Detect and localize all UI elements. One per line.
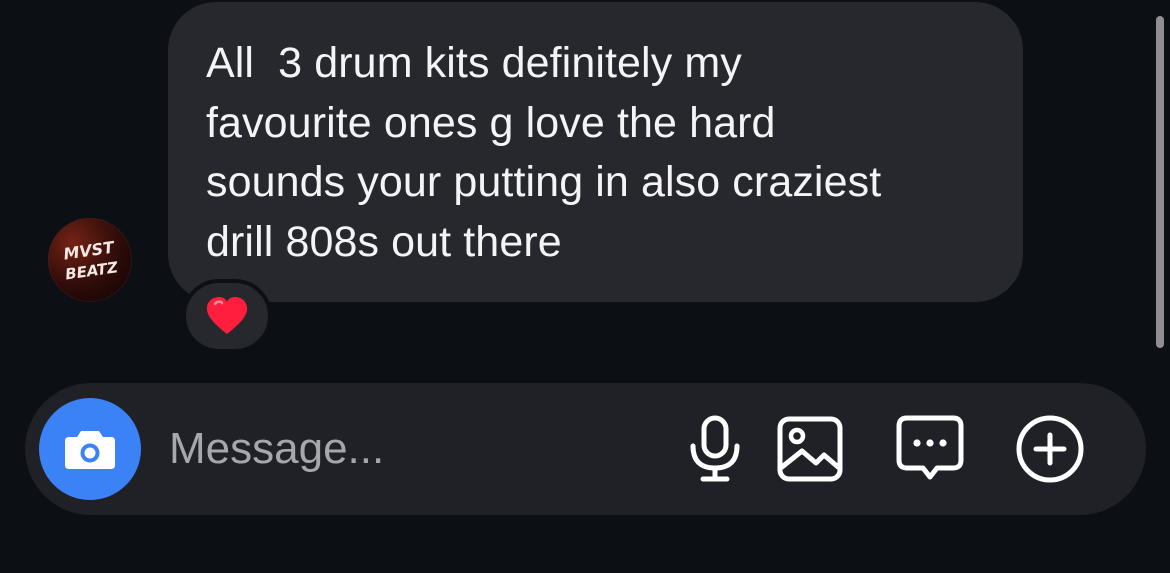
- camera-button[interactable]: [39, 398, 141, 500]
- camera-icon: [65, 431, 115, 469]
- microphone-button[interactable]: [678, 412, 752, 486]
- message-input[interactable]: [169, 413, 629, 485]
- gallery-button[interactable]: [773, 412, 847, 486]
- more-button[interactable]: [1013, 412, 1087, 486]
- message-bubble[interactable]: All 3 drum kits definitely my favourite …: [168, 2, 1023, 302]
- avatar-logo: MVST BEATZ: [48, 218, 132, 302]
- chat-bubble-icon: [896, 415, 964, 480]
- microphone-icon: [690, 415, 740, 482]
- message-composer: [25, 383, 1146, 515]
- heart-icon: [206, 297, 248, 334]
- image-icon: [777, 416, 843, 482]
- avatar[interactable]: MVST BEATZ: [48, 218, 132, 302]
- reaction-badge[interactable]: [182, 279, 272, 353]
- sticker-button[interactable]: [893, 412, 967, 486]
- scrollbar[interactable]: [1156, 16, 1164, 348]
- plus-circle-icon: [1016, 415, 1084, 483]
- message-text: All 3 drum kits definitely my favourite …: [206, 39, 882, 266]
